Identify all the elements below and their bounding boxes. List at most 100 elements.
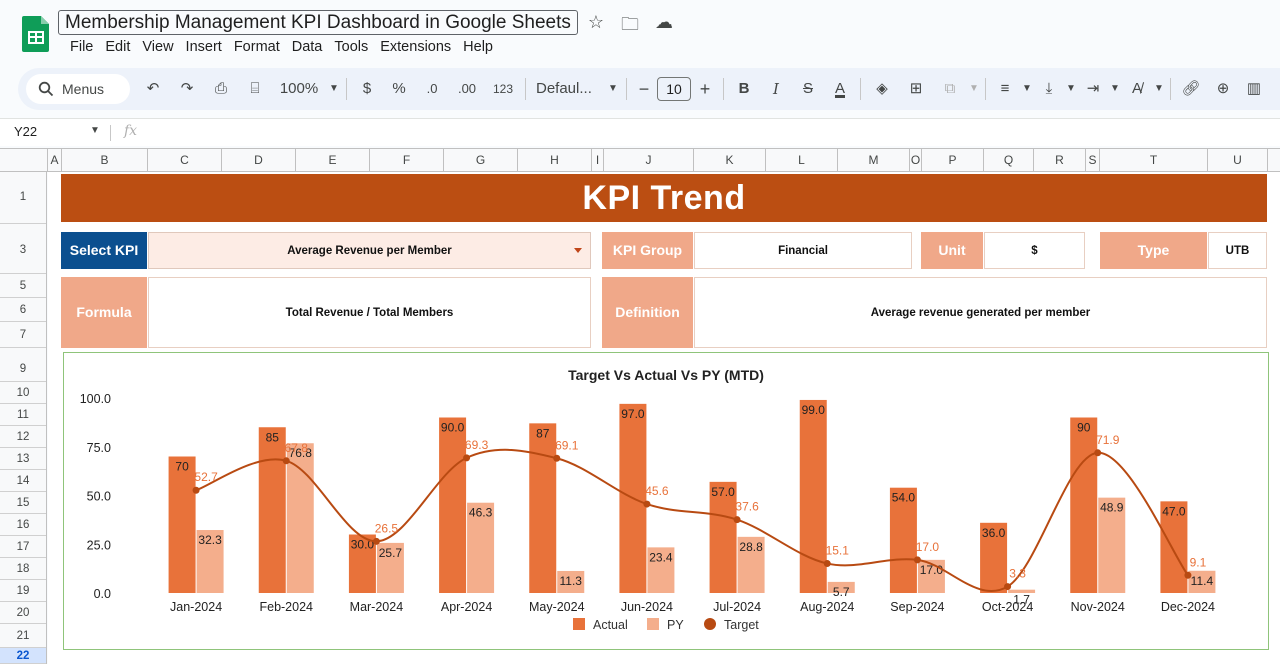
- column-header[interactable]: F: [370, 149, 444, 172]
- row-header[interactable]: 18: [0, 558, 46, 580]
- column-header[interactable]: S: [1086, 149, 1100, 172]
- name-box-dropdown-icon[interactable]: ▼: [90, 125, 100, 136]
- star-icon[interactable]: ☆: [586, 12, 606, 42]
- row-header[interactable]: 9: [0, 348, 46, 382]
- row-header[interactable]: 16: [0, 514, 46, 536]
- print-icon[interactable]: ⎙: [204, 74, 238, 104]
- vertical-align-icon[interactable]: ⤓: [1034, 74, 1064, 104]
- column-header[interactable]: R: [1034, 149, 1086, 172]
- insert-comment-icon[interactable]: ⊕: [1207, 74, 1239, 104]
- text-wrapping-icon[interactable]: ⇥: [1078, 74, 1108, 104]
- cloud-status-icon[interactable]: ☁: [654, 12, 674, 42]
- decrease-font-size-icon[interactable]: −: [631, 74, 657, 104]
- select-all-corner[interactable]: [0, 149, 48, 172]
- sheets-logo-icon[interactable]: [22, 14, 50, 52]
- font-size-input[interactable]: 10: [657, 77, 691, 101]
- column-header[interactable]: T: [1100, 149, 1208, 172]
- column-header[interactable]: J: [604, 149, 694, 172]
- menu-tools[interactable]: Tools: [328, 38, 374, 56]
- column-header[interactable]: H: [518, 149, 592, 172]
- column-header[interactable]: O: [910, 149, 922, 172]
- kpi-dropdown-arrow-icon[interactable]: [574, 248, 582, 253]
- increase-font-size-icon[interactable]: +: [691, 74, 719, 104]
- halign-dropdown-icon[interactable]: ▼: [1020, 74, 1034, 104]
- wrap-dropdown-icon[interactable]: ▼: [1108, 74, 1122, 104]
- row-header[interactable]: 15: [0, 492, 46, 514]
- column-header[interactable]: E: [296, 149, 370, 172]
- y-tick-label: 100.0: [80, 392, 111, 406]
- row-header[interactable]: 12: [0, 426, 46, 448]
- column-header[interactable]: I: [592, 149, 604, 172]
- column-header[interactable]: D: [222, 149, 296, 172]
- menu-edit[interactable]: Edit: [99, 38, 136, 56]
- decrease-decimal-button[interactable]: .0: [415, 74, 449, 104]
- paint-format-icon[interactable]: ⌸: [238, 74, 272, 104]
- legend-label: Actual: [593, 618, 628, 632]
- column-header[interactable]: G: [444, 149, 518, 172]
- row-header[interactable]: 19: [0, 580, 46, 602]
- horizontal-align-icon[interactable]: ≡: [990, 74, 1020, 104]
- bold-button[interactable]: B: [728, 74, 760, 104]
- font-dropdown-icon[interactable]: ▼: [604, 74, 622, 104]
- text-rotation-icon[interactable]: A̸: [1122, 74, 1152, 104]
- rotation-dropdown-icon[interactable]: ▼: [1152, 74, 1166, 104]
- kpi-chart[interactable]: Target Vs Actual Vs PY (MTD) 100.0 75.0 50…: [63, 352, 1269, 650]
- row-header[interactable]: 6: [0, 298, 46, 322]
- row-header[interactable]: 10: [0, 382, 46, 404]
- borders-icon[interactable]: ⊞: [899, 74, 933, 104]
- strikethrough-button[interactable]: S: [792, 74, 824, 104]
- column-header[interactable]: A: [48, 149, 62, 172]
- menu-file[interactable]: File: [64, 38, 99, 56]
- menu-insert[interactable]: Insert: [180, 38, 228, 56]
- column-header[interactable]: B: [62, 149, 148, 172]
- insert-chart-icon[interactable]: ▥: [1239, 74, 1269, 104]
- menus-search[interactable]: Menus: [26, 74, 130, 104]
- zoom-dropdown-icon[interactable]: ▼: [326, 74, 342, 104]
- fill-color-icon[interactable]: ◈: [865, 74, 899, 104]
- menu-format[interactable]: Format: [228, 38, 286, 56]
- menu-data[interactable]: Data: [286, 38, 329, 56]
- row-header[interactable]: 17: [0, 536, 46, 558]
- py-data-label: 23.4: [649, 550, 673, 564]
- zoom-select[interactable]: 100%: [272, 74, 326, 104]
- row-header[interactable]: 5: [0, 274, 46, 298]
- text-color-button[interactable]: A: [824, 74, 856, 104]
- insert-link-icon[interactable]: 🔗︎: [1175, 74, 1207, 104]
- menu-extensions[interactable]: Extensions: [374, 38, 457, 56]
- percent-format-button[interactable]: %: [383, 74, 415, 104]
- move-folder-icon[interactable]: 🗀: [620, 12, 640, 42]
- undo-icon[interactable]: ↶: [136, 74, 170, 104]
- increase-decimal-button[interactable]: .00: [449, 74, 485, 104]
- merge-cells-icon[interactable]: ⧉: [933, 74, 967, 104]
- row-header[interactable]: 14: [0, 470, 46, 492]
- column-header[interactable]: M: [838, 149, 910, 172]
- target-data-label: 69.1: [555, 438, 579, 452]
- column-header[interactable]: Q: [984, 149, 1034, 172]
- row-header[interactable]: 1: [0, 172, 46, 224]
- target-point: [192, 486, 200, 494]
- column-header[interactable]: U: [1208, 149, 1268, 172]
- document-title[interactable]: Membership Management KPI Dashboard in G…: [58, 10, 578, 35]
- row-header[interactable]: 21: [0, 624, 46, 648]
- column-header[interactable]: P: [922, 149, 984, 172]
- italic-button[interactable]: I: [760, 74, 792, 104]
- row-header[interactable]: 7: [0, 322, 46, 348]
- column-header[interactable]: L: [766, 149, 838, 172]
- currency-format-button[interactable]: $: [351, 74, 383, 104]
- more-formats-button[interactable]: 123: [485, 74, 521, 104]
- name-box[interactable]: Y22: [14, 124, 37, 139]
- row-header[interactable]: 11: [0, 404, 46, 426]
- menu-view[interactable]: View: [136, 38, 179, 56]
- font-select[interactable]: Defaul...: [530, 74, 604, 104]
- column-header[interactable]: C: [148, 149, 222, 172]
- merge-dropdown-icon[interactable]: ▼: [967, 74, 981, 104]
- row-header-selected[interactable]: 22: [0, 648, 46, 664]
- redo-icon[interactable]: ↷: [170, 74, 204, 104]
- select-kpi-dropdown[interactable]: Average Revenue per Member: [148, 232, 591, 269]
- column-header[interactable]: K: [694, 149, 766, 172]
- row-header[interactable]: 13: [0, 448, 46, 470]
- row-header[interactable]: 3: [0, 224, 46, 274]
- row-header[interactable]: 20: [0, 602, 46, 624]
- valign-dropdown-icon[interactable]: ▼: [1064, 74, 1078, 104]
- menu-help[interactable]: Help: [457, 38, 499, 56]
